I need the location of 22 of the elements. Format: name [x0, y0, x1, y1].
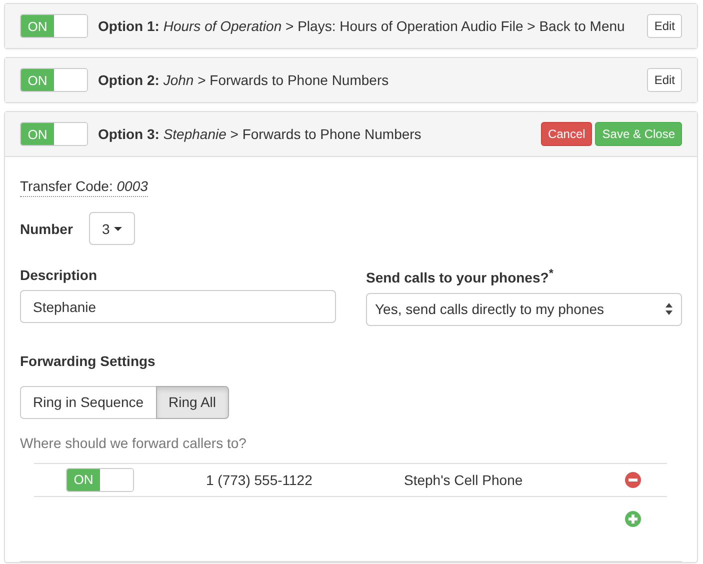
remove-icon[interactable]	[625, 472, 641, 488]
add-icon[interactable]	[625, 510, 641, 527]
phone-number: 1 (773) 555-1122	[206, 472, 314, 488]
cancel-button[interactable]: Cancel	[540, 122, 592, 146]
edit-button[interactable]: Edit	[647, 68, 682, 92]
ring-mode-button[interactable]: Ring All	[156, 386, 229, 419]
up-down-arrows-icon	[665, 302, 673, 316]
send-calls-select[interactable]: Yes, send calls directly to my phones	[366, 292, 682, 326]
forwarding-heading: Forwarding Settings	[20, 352, 156, 369]
number-label: Number	[20, 220, 73, 236]
option-title: Option 2: John > Forwards to Phone Numbers	[98, 72, 390, 88]
edit-button[interactable]: Edit	[647, 14, 682, 38]
ring-mode-button[interactable]: Ring in Sequence	[20, 386, 157, 419]
forwarding-hint: Where should we forward callers to?	[20, 434, 248, 451]
option-title: Option 1: Hours of Operation > Plays: Hours of Operation Audio File > Back to Menu	[98, 18, 626, 34]
number-dropdown[interactable]: 3	[88, 212, 135, 245]
option-title: Option 3: Stephanie > Forwards to Phone Numbers	[98, 126, 422, 142]
phone-name: Steph's Cell Phone	[404, 472, 524, 488]
description-label: Description	[20, 267, 98, 283]
description-field[interactable]: Stephanie	[20, 290, 336, 323]
send-calls-label: Send calls to your phones?$^{*}$	[366, 267, 554, 286]
transfer-code: Transfer Code: 0003	[20, 178, 148, 197]
